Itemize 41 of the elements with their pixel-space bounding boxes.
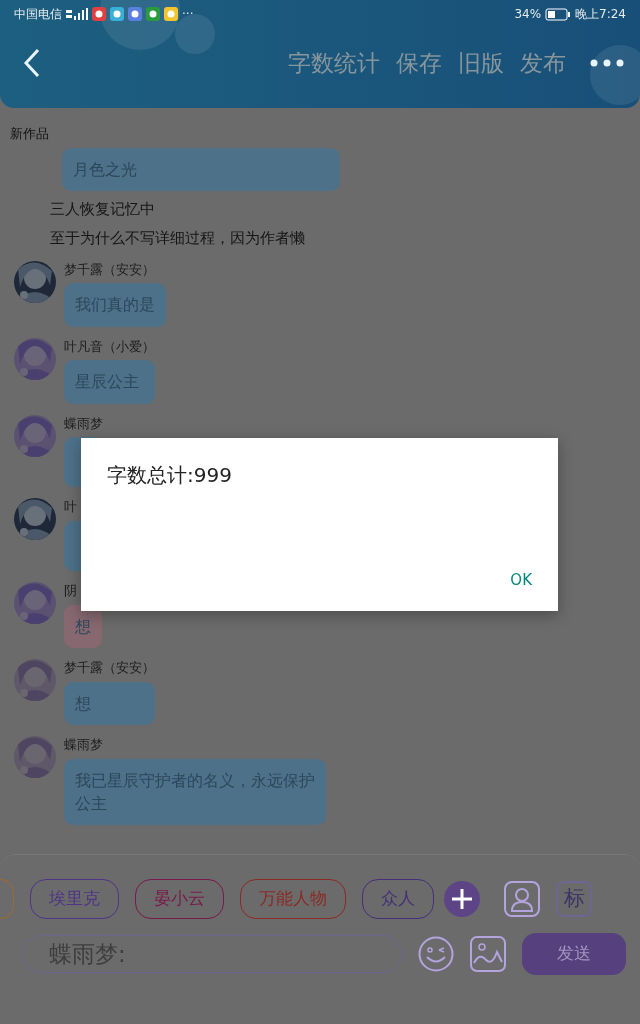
carrier-text: 中国电信 [14,6,62,23]
contact-icon[interactable] [504,881,540,917]
sender-name: 阴 [64,582,78,601]
narration-text: 至于为什么不写详细过程，因为作者懒 [50,228,306,250]
ok-button[interactable]: OK [510,568,532,591]
character-chip[interactable]: 万能人物 [240,879,346,919]
app-notification-icon [128,7,142,21]
chat-bubble: 想 [64,604,102,648]
more-icon[interactable] [590,59,624,67]
app-notification-icon [146,7,160,21]
battery-text: 34% [514,6,542,23]
toolbar-action[interactable]: 旧版 [458,45,504,81]
image-icon[interactable] [470,936,506,972]
toolbar-action[interactable]: 保存 [396,45,442,81]
sender-name: 梦千露（安安） [64,260,156,279]
back-icon[interactable] [22,47,42,79]
narration-text: 三人恢复记忆中 [50,198,156,220]
signal-icon [66,8,88,20]
sender-name: 叶凡音（小爱） [64,337,155,356]
app-notification-icon [92,7,106,21]
sender-name: 叶 [64,498,78,517]
emoji-icon[interactable] [418,936,454,972]
clock-text: 晚上7:24 [575,6,626,23]
tag-button[interactable]: 标 [556,881,592,917]
sender-name: 蝶雨梦 [64,735,104,754]
dialog-message: 字数总计:999 [106,462,233,489]
toolbar-action[interactable]: 字数统计 [288,45,380,81]
toolbar-action[interactable]: 发布 [520,45,566,81]
decorative-circle [175,14,215,54]
app-notification-icon [110,7,124,21]
decorative-circle [590,45,640,105]
section-title: 新作品 [9,125,50,143]
app-notification-icon [164,7,178,21]
character-chip[interactable]: 众人 [362,879,434,919]
character-chip[interactable]: 晏小云 [135,879,224,919]
sender-name: 梦千露（安安） [64,659,155,677]
sender-name: 蝶雨梦 [64,414,104,433]
send-button[interactable]: 发送 [522,933,626,975]
add-icon[interactable] [444,881,480,917]
battery-icon [545,7,572,21]
more-notifications-text: ··· [182,6,194,23]
